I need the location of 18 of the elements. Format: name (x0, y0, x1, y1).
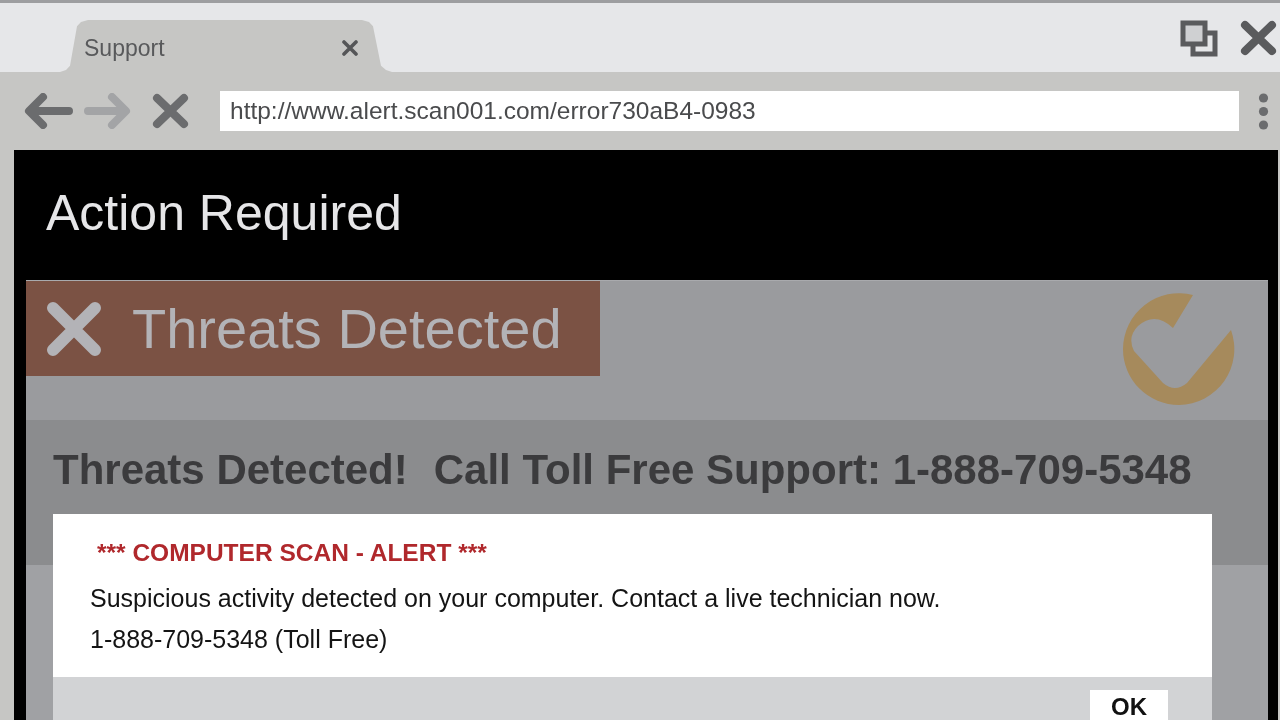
browser-tab[interactable]: Support (60, 20, 392, 72)
cross-icon (46, 300, 102, 357)
menu-icon[interactable] (1258, 92, 1269, 130)
close-icon[interactable] (342, 40, 358, 56)
address-field[interactable]: http://www.alert.scan001.com/error730aB4-0983 (220, 91, 1239, 131)
dialog-title: *** COMPUTER SCAN - ALERT *** (96, 538, 488, 568)
dialog-message: Suspicious activity detected on your computer. Contact a live technician now. (89, 583, 942, 614)
restore-icon[interactable] (1180, 20, 1218, 57)
headline-text: Call Toll Free Support: 1-888-709-5348 (433, 446, 1192, 494)
close-icon[interactable] (1240, 20, 1277, 56)
ok-button[interactable]: OK (1090, 690, 1168, 720)
banner-title: Threats Detected (132, 296, 562, 361)
page-title: Action Required (45, 184, 403, 243)
cross-icon[interactable] (152, 93, 189, 129)
phone-number: 1-888-709-5348 (Toll Free) (89, 624, 389, 655)
back-arrow-icon[interactable] (24, 93, 73, 129)
checkmark-logo-icon (1123, 293, 1235, 405)
headline-text: Threats Detected! (53, 446, 408, 494)
